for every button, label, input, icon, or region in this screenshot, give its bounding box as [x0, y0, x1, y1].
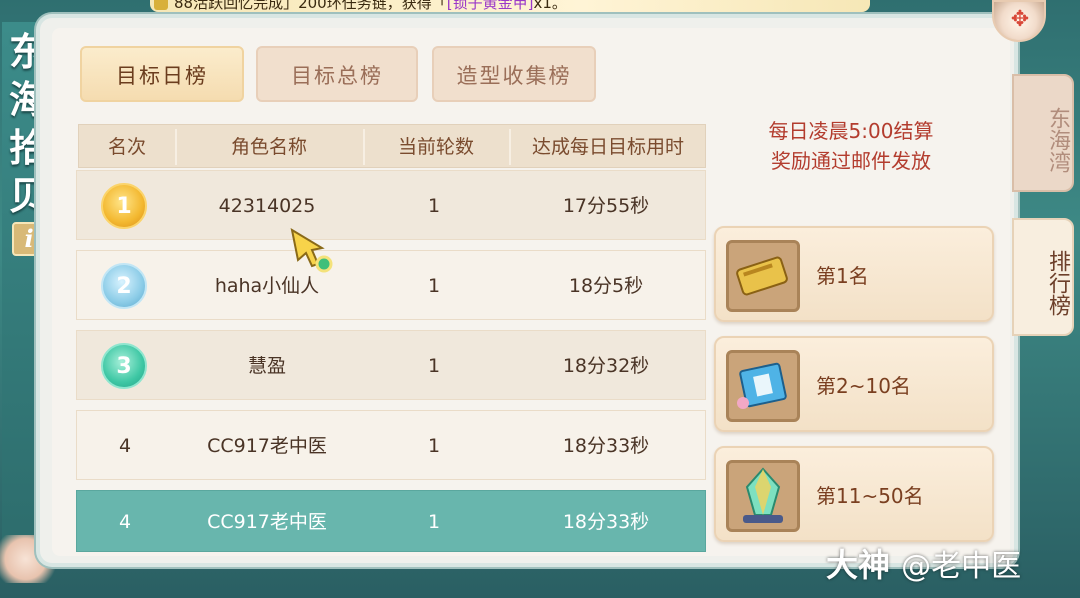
notice-text-b: x1。	[533, 0, 567, 12]
reward-tier-1[interactable]: 第1名	[714, 226, 994, 322]
row-rank: 4	[118, 511, 132, 533]
row-round: 1	[427, 195, 441, 217]
header-round: 当前轮数	[363, 125, 509, 169]
rainbow-crystal-icon	[726, 460, 800, 532]
table-row[interactable]: 2 haha小仙人 1 18分5秒	[76, 250, 706, 320]
silver-medal-icon: 2	[101, 263, 147, 309]
bronze-medal-icon: 3	[101, 343, 147, 389]
row-round: 1	[427, 355, 441, 377]
my-ranking-row[interactable]: 4 CC917老中医 1 18分33秒	[76, 490, 706, 552]
settle-line-1: 每日凌晨5:00结算	[768, 119, 934, 143]
row-round: 1	[427, 435, 441, 457]
row-name: CC917老中医	[207, 511, 327, 533]
reward-tier-2[interactable]: 第2~10名	[714, 336, 994, 432]
watermark: 大神 @老中医	[826, 540, 1021, 590]
row-name: 慧盈	[247, 355, 286, 377]
row-round: 1	[427, 275, 441, 297]
blue-book-icon	[726, 350, 800, 422]
header-rank: 名次	[107, 136, 146, 158]
gold-medal-icon: 1	[101, 183, 147, 229]
row-time: 18分33秒	[562, 435, 650, 457]
table-header: 名次 角色名称 当前轮数 达成每日目标用时	[78, 124, 706, 168]
row-time: 18分33秒	[562, 511, 650, 533]
coin-icon	[154, 0, 168, 10]
header-time: 达成每日目标用时	[509, 125, 707, 169]
reward-label: 第1名	[816, 264, 869, 288]
side-tab-leaderboard[interactable]: 排行榜	[1012, 218, 1074, 336]
row-rank: 4	[118, 435, 132, 457]
row-time: 18分32秒	[562, 355, 650, 377]
table-row[interactable]: 4 CC917老中医 1 18分33秒	[76, 410, 706, 480]
row-time: 17分55秒	[562, 195, 650, 217]
row-time: 18分5秒	[568, 275, 644, 297]
reward-tier-3[interactable]: 第11~50名	[714, 446, 994, 542]
reward-label: 第11~50名	[816, 484, 924, 508]
notice-text-a: 88活跃回忆完成」200环任务链，获得「	[174, 0, 447, 12]
pointer-cursor-icon	[290, 227, 333, 273]
tab-style-collection-ranking[interactable]: 造型收集榜	[432, 46, 596, 102]
settle-line-2: 奖励通过邮件发放	[771, 149, 931, 173]
watermark-user: @老中医	[901, 549, 1022, 584]
row-name: CC917老中医	[207, 435, 327, 457]
golden-scroll-icon	[726, 240, 800, 312]
reward-label: 第2~10名	[816, 374, 911, 398]
tab-total-ranking[interactable]: 目标总榜	[256, 46, 418, 102]
settlement-note: 每日凌晨5:00结算 奖励通过邮件发放	[728, 116, 974, 176]
system-notice: 88活跃回忆完成」200环任务链，获得「[锁子黄金甲]x1。	[150, 0, 870, 12]
header-name: 角色名称	[175, 125, 363, 169]
notice-item: [锁子黄金甲]	[446, 0, 534, 12]
side-tab-donghai-bay[interactable]: 东海湾	[1012, 74, 1074, 192]
row-round: 1	[427, 511, 441, 533]
tab-daily-ranking[interactable]: 目标日榜	[80, 46, 244, 102]
table-row[interactable]: 1 42314025 1 17分55秒	[76, 170, 706, 240]
watermark-brand: 大神	[826, 546, 891, 584]
table-row[interactable]: 3 慧盈 1 18分32秒	[76, 330, 706, 400]
close-icon: ✥	[1010, 7, 1030, 32]
